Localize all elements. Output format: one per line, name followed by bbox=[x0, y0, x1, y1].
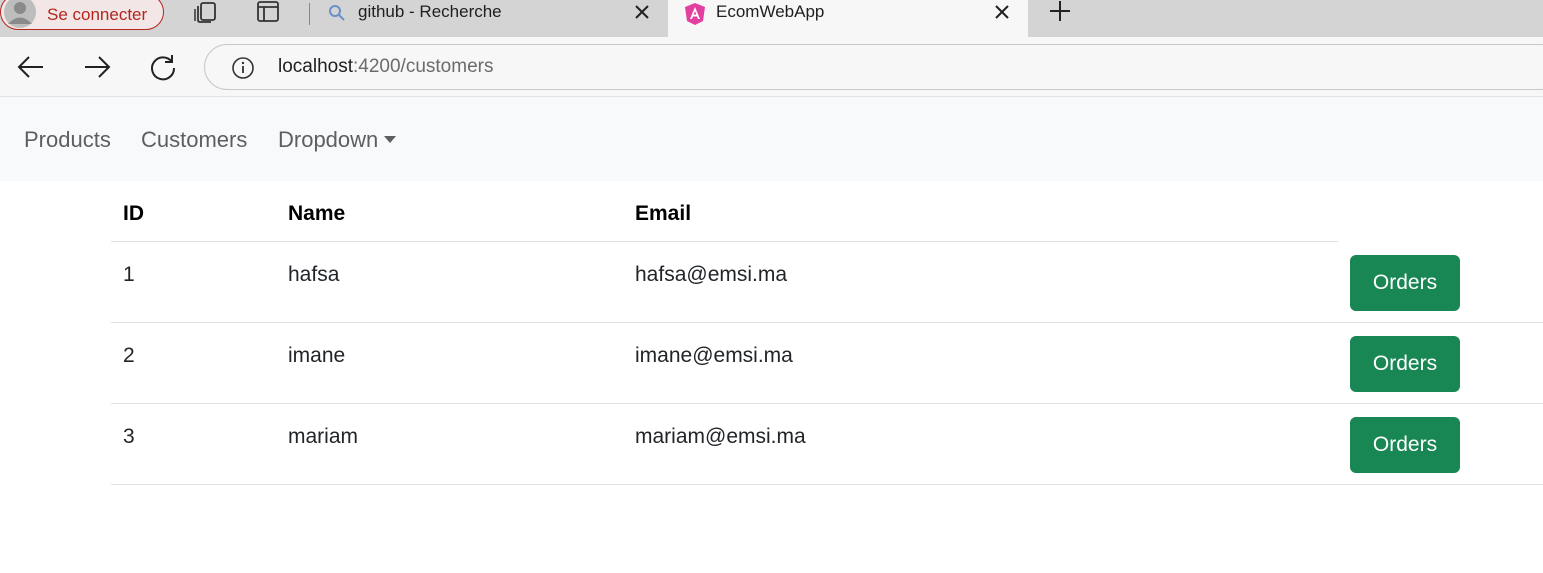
caret-down-icon bbox=[384, 136, 397, 143]
profile-button[interactable]: Se connecter bbox=[0, 0, 164, 30]
info-icon[interactable] bbox=[231, 56, 255, 80]
collections-icon[interactable] bbox=[193, 0, 219, 24]
search-icon bbox=[326, 2, 348, 24]
table-row: 1 hafsa hafsa@emsi.ma Orders bbox=[111, 242, 1543, 323]
new-tab-icon[interactable] bbox=[1048, 0, 1072, 24]
cell-id: 3 bbox=[123, 425, 135, 448]
tab-ecomwebapp[interactable]: EcomWebApp bbox=[668, 0, 1028, 37]
tab-actions-icon[interactable] bbox=[256, 0, 282, 24]
table-row: 2 imane imane@emsi.ma Orders bbox=[111, 323, 1543, 404]
user-avatar-icon bbox=[3, 0, 37, 29]
angular-icon bbox=[684, 2, 706, 25]
column-header-email: Email bbox=[635, 202, 692, 225]
browser-tab-strip: Se connecter github - Recherche EcomWebA… bbox=[0, 0, 1543, 37]
cell-id: 2 bbox=[123, 344, 135, 367]
cell-name: hafsa bbox=[288, 263, 340, 286]
url-path: :4200/customers bbox=[353, 56, 494, 77]
orders-button[interactable]: Orders bbox=[1350, 336, 1460, 392]
cell-email: imane@emsi.ma bbox=[635, 344, 793, 367]
browser-toolbar: localhost:4200/customers bbox=[0, 37, 1543, 97]
cell-email: mariam@emsi.ma bbox=[635, 425, 806, 448]
column-header-name: Name bbox=[288, 202, 346, 225]
orders-button[interactable]: Orders bbox=[1350, 255, 1460, 311]
close-icon[interactable] bbox=[992, 2, 1012, 22]
back-arrow-icon[interactable] bbox=[16, 52, 46, 82]
cell-name: mariam bbox=[288, 425, 359, 448]
orders-button[interactable]: Orders bbox=[1350, 417, 1460, 473]
nav-dropdown[interactable]: Dropdown bbox=[278, 127, 397, 153]
table-row: 3 mariam mariam@emsi.ma Orders bbox=[111, 404, 1543, 485]
cell-email: hafsa@emsi.ma bbox=[635, 263, 788, 286]
refresh-icon[interactable] bbox=[148, 52, 178, 82]
app-navbar: Products Customers Dropdown bbox=[0, 97, 1543, 181]
nav-link-products[interactable]: Products bbox=[24, 127, 111, 153]
cell-id: 1 bbox=[123, 263, 135, 286]
close-icon[interactable] bbox=[632, 2, 652, 22]
row-divider bbox=[111, 484, 1543, 485]
tab-title: EcomWebApp bbox=[716, 2, 825, 21]
address-bar[interactable]: localhost:4200/customers bbox=[204, 44, 1543, 90]
forward-arrow-icon[interactable] bbox=[82, 52, 112, 82]
url-text: localhost:4200/customers bbox=[278, 56, 493, 78]
tab-title: github - Recherche bbox=[358, 2, 502, 21]
cell-name: imane bbox=[288, 344, 346, 367]
nav-link-customers[interactable]: Customers bbox=[141, 127, 247, 153]
profile-label: Se connecter bbox=[47, 5, 148, 24]
column-header-id: ID bbox=[123, 202, 144, 225]
url-host: localhost bbox=[278, 56, 353, 77]
tab-github-recherche[interactable]: github - Recherche bbox=[310, 0, 668, 37]
nav-dropdown-label: Dropdown bbox=[278, 127, 379, 152]
